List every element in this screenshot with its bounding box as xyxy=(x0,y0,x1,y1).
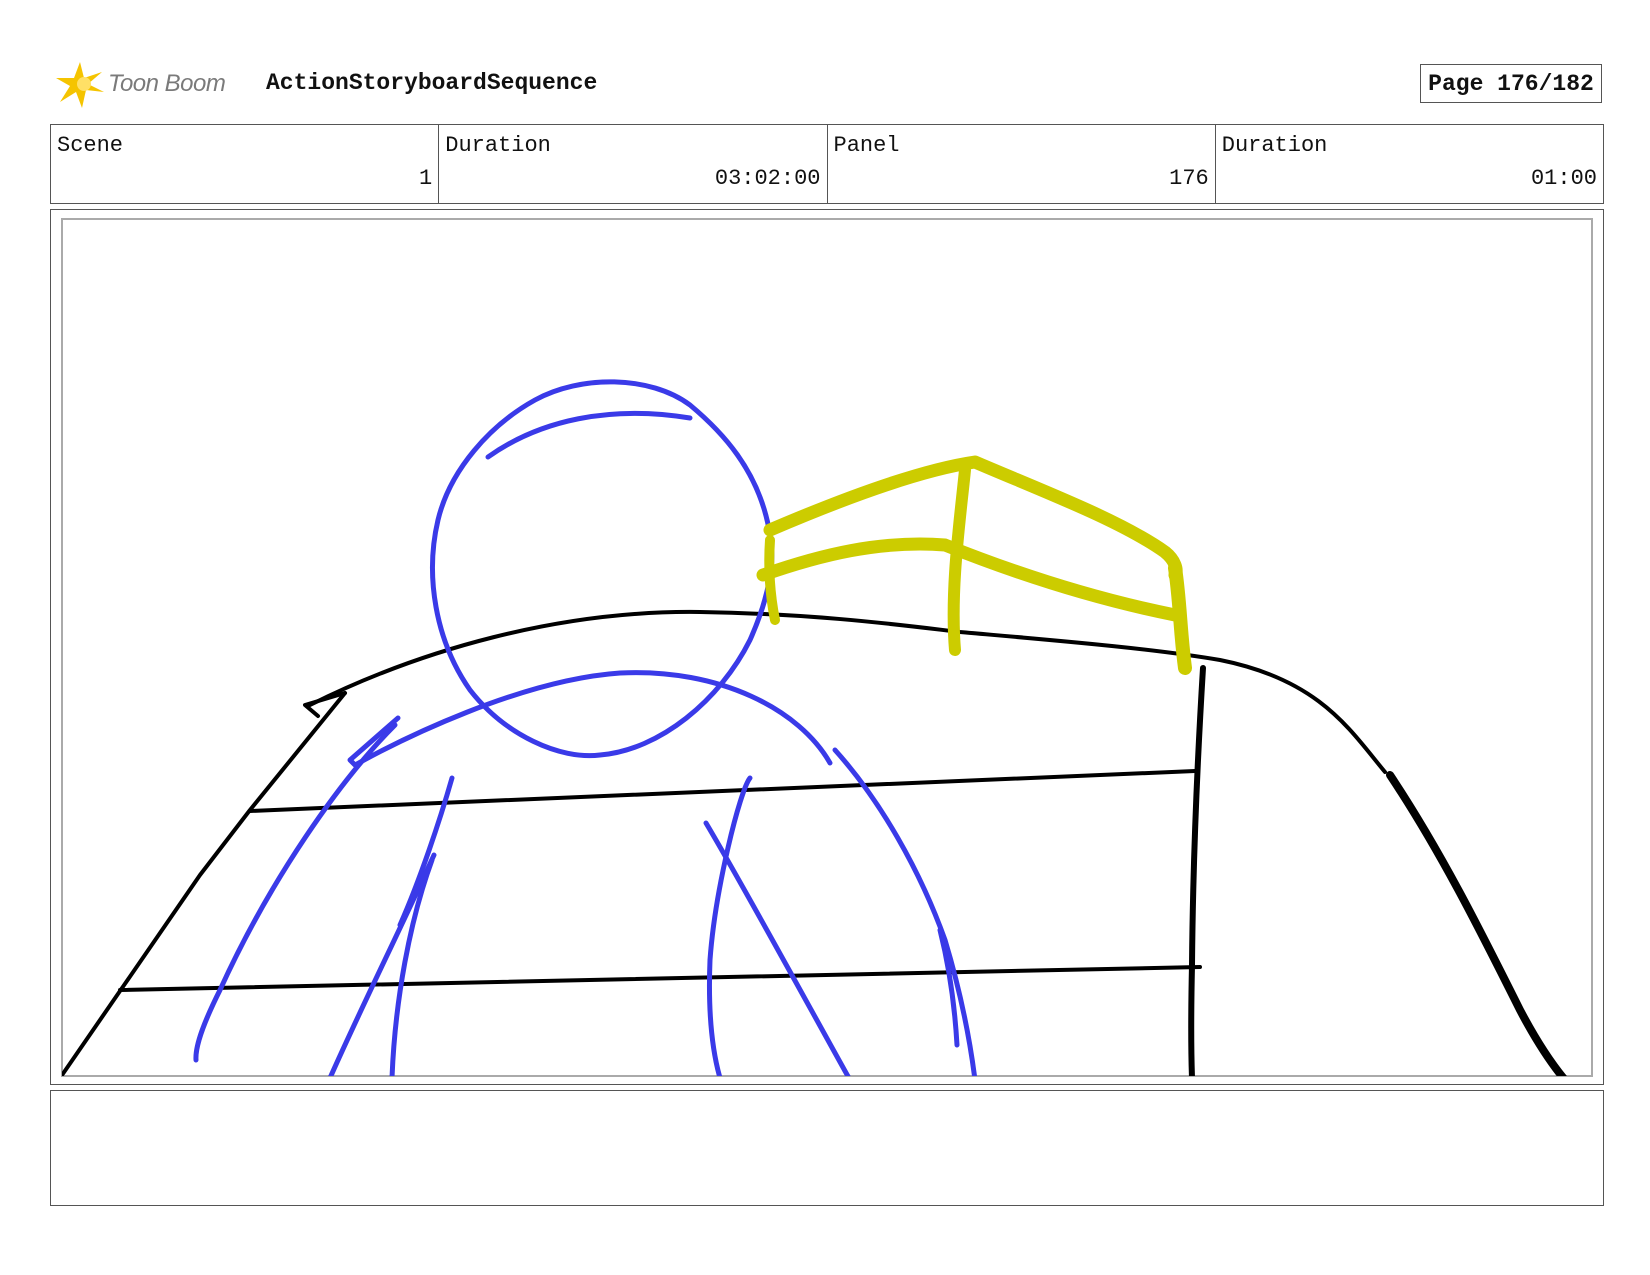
helmet-sketch xyxy=(756,455,1192,675)
notes-box xyxy=(50,1090,1604,1206)
storyboard-sketch xyxy=(62,379,1567,1076)
